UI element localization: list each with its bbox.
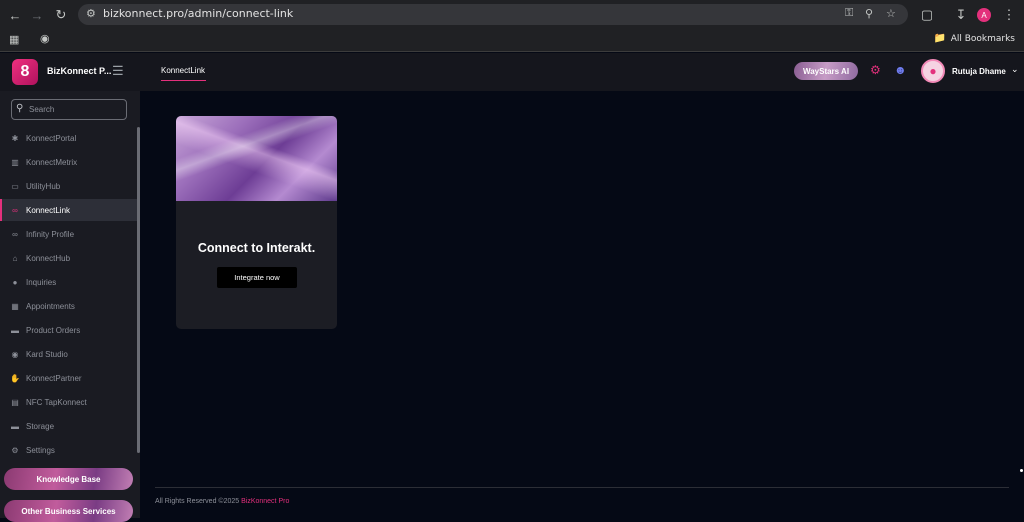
link-icon: ∞ [12, 205, 18, 215]
sidebar-item-label: KonnectLink [26, 205, 71, 215]
chart-icon: ▥ [11, 157, 19, 167]
sidebar-item-konnecthub[interactable]: ⌂ KonnectHub [0, 247, 138, 269]
footer-text: All Rights Reserved ©2025 [155, 498, 242, 505]
toolbox-icon: ▭ [11, 181, 19, 191]
back-icon[interactable]: ← [6, 6, 24, 24]
sidebar-item-label: KonnectPartner [26, 373, 82, 383]
address-bar[interactable]: ⚙ bizkonnect.pro/admin/connect-link ⚿ ⚲ … [78, 4, 908, 25]
user-name[interactable]: Rutuja Dhame [952, 67, 1006, 76]
sidebar-item-label: Appointments [26, 301, 75, 311]
profile-avatar[interactable]: A [977, 8, 991, 22]
sidebar-item-label: Product Orders [26, 325, 81, 335]
globe-icon[interactable]: ◉ [40, 32, 50, 45]
user-check-icon[interactable]: ☻ [894, 63, 907, 77]
all-bookmarks-link[interactable]: All Bookmarks [951, 34, 1015, 44]
sidebar-item-label: NFC TapKonnect [26, 397, 87, 407]
settings-icon: ⚙ [11, 445, 19, 455]
sidebar-item-konnectpartner[interactable]: ✋ KonnectPartner [0, 367, 138, 389]
browser-toolbar: ← → ↻ ⚙ bizkonnect.pro/admin/connect-lin… [0, 0, 1024, 29]
chevron-down-icon[interactable]: ⌄ [1011, 64, 1019, 75]
sidebar: ⚲ Search ✱ KonnectPortal ▥ KonnectMetrix ▭ Ut… [0, 53, 140, 522]
sidebar-item-label: KonnectHub [26, 253, 71, 263]
knowledge-base-button[interactable]: Knowledge Base [4, 468, 133, 490]
footer-brand-link[interactable]: BizKonnect Pro [241, 498, 289, 505]
footer-divider [155, 487, 1009, 488]
integrate-now-button[interactable]: Integrate now [217, 267, 297, 288]
sidebar-item-infinity-profile[interactable]: ∞ Infinity Profile [0, 223, 138, 245]
bookmark-star-icon[interactable]: ☆ [886, 7, 896, 20]
sidebar-item-label: UtilityHub [26, 181, 61, 191]
nfc-icon: ▤ [11, 397, 19, 407]
eye-icon: ◉ [11, 349, 19, 359]
sidebar-item-label: KonnectMetrix [26, 157, 78, 167]
forward-icon[interactable]: → [28, 6, 46, 24]
bookmarks-bar: ▦ ◉ 📁 All Bookmarks [0, 29, 1024, 52]
top-navbar: KonnectLink WayStars AI ⚙ ☻ ● Rutuja Dha… [140, 53, 1024, 91]
sidebar-item-konnectlink[interactable]: ∞ KonnectLink [0, 199, 138, 221]
sidebar-item-label: Infinity Profile [26, 229, 75, 239]
sidebar-item-nfc-tapkonnect[interactable]: ▤ NFC TapKonnect [0, 391, 138, 413]
sidebar-item-settings[interactable]: ⚙ Settings [0, 439, 138, 461]
brand-name: BizKonnect P... [47, 66, 112, 76]
sidebar-item-konnectmetrix[interactable]: ▥ KonnectMetrix [0, 151, 138, 173]
folder-icon: 📁 [933, 33, 946, 44]
waystars-ai-button[interactable]: WayStars AI [794, 62, 858, 80]
menu-toggle-icon[interactable]: ☰ [112, 63, 124, 79]
interakt-card: Connect to Interakt. Integrate now [176, 116, 337, 329]
page-dot [1020, 469, 1023, 472]
apps-grid-icon[interactable]: ▦ [9, 33, 19, 46]
search-input[interactable]: ⚲ Search [11, 99, 127, 120]
extensions-icon[interactable]: ▢ [918, 6, 936, 24]
calendar-icon: ▦ [11, 301, 19, 311]
sidebar-item-label: Kard Studio [26, 349, 68, 359]
brand-header: 8 BizKonnect P... ☰ [0, 53, 140, 91]
sidebar-item-appointments[interactable]: ▦ Appointments [0, 295, 138, 317]
gear-icon[interactable]: ⚙ [870, 63, 881, 77]
tab-underline [161, 80, 206, 81]
active-indicator [0, 199, 2, 221]
sidebar-scrollbar[interactable] [137, 127, 140, 453]
card-title: Connect to Interakt. [197, 241, 316, 255]
sidebar-item-utilityhub[interactable]: ▭ UtilityHub [0, 175, 138, 197]
sidebar-item-label: Storage [26, 421, 55, 431]
brand-logo[interactable]: 8 [12, 59, 38, 85]
reload-icon[interactable]: ↻ [52, 6, 70, 24]
browser-menu-icon[interactable]: ⋮ [1000, 6, 1018, 24]
sidebar-item-storage[interactable]: ▬ Storage [0, 415, 138, 437]
sidebar-item-label: KonnectPortal [26, 133, 77, 143]
site-info-icon[interactable]: ⚙ [86, 7, 96, 20]
url-text[interactable]: bizkonnect.pro/admin/connect-link [103, 7, 293, 20]
info-icon: ● [12, 277, 18, 287]
zoom-icon[interactable]: ⚲ [865, 7, 873, 20]
tab-konnectlink[interactable]: KonnectLink [161, 66, 205, 75]
sidebar-item-konnectportal[interactable]: ✱ KonnectPortal [0, 127, 138, 149]
search-placeholder: Search [29, 105, 55, 114]
hub-icon: ⌂ [12, 253, 18, 263]
handshake-icon: ✋ [10, 373, 20, 383]
asterisk-icon: ✱ [11, 133, 19, 143]
avatar[interactable]: ● [921, 59, 945, 83]
sidebar-item-inquiries[interactable]: ● Inquiries [0, 271, 138, 293]
storage-icon: ▬ [11, 421, 19, 431]
card-banner-image [176, 116, 337, 201]
footer: All Rights Reserved ©2025 BizKonnect Pro [155, 498, 289, 505]
sidebar-item-label: Settings [26, 445, 55, 455]
sidebar-item-product-orders[interactable]: ▬ Product Orders [0, 319, 138, 341]
password-key-icon[interactable]: ⚿ [845, 7, 853, 20]
search-icon: ⚲ [16, 103, 24, 114]
sidebar-item-kard-studio[interactable]: ◉ Kard Studio [0, 343, 138, 365]
download-icon[interactable]: ↧ [952, 6, 970, 24]
infinity-icon: ∞ [12, 229, 18, 239]
cart-icon: ▬ [11, 325, 19, 335]
sidebar-item-label: Inquiries [26, 277, 57, 287]
other-business-services-button[interactable]: Other Business Services [4, 500, 133, 522]
